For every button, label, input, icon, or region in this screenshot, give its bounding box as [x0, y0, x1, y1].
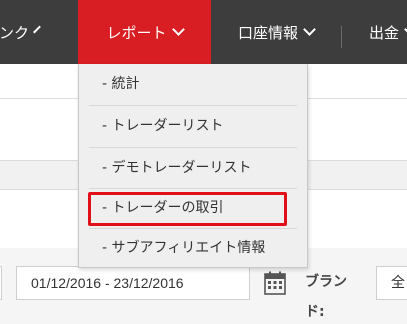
calendar-icon[interactable]: [264, 271, 286, 295]
nav-link-label: リンク: [0, 23, 29, 42]
menu-item-statistics[interactable]: - 統計: [89, 64, 297, 105]
brand-label: ブランド:: [305, 274, 347, 320]
nav-report-label: レポート: [106, 23, 167, 42]
menu-item-trader-list[interactable]: - トレーダーリスト: [89, 106, 297, 147]
menu-item-demo-trader-list[interactable]: - デモトレーダーリスト: [89, 148, 297, 189]
highlight-box: [88, 192, 287, 226]
brand-select[interactable]: 全: [376, 266, 407, 300]
date-range-input[interactable]: 01/12/2016 - 23/12/2016: [16, 266, 250, 300]
chevron-down-icon: [171, 23, 185, 36]
top-navbar: リンク レポート 口座情報 出金: [0, 0, 407, 64]
chevron-down-icon: [303, 23, 316, 36]
nav-payout-menu[interactable]: 出金: [342, 0, 407, 64]
nav-payout-label: 出金: [369, 23, 400, 42]
filter-field-left[interactable]: [0, 266, 2, 300]
chevron-down-icon: [33, 25, 41, 34]
report-dropdown-menu: - 統計 - トレーダーリスト - デモトレーダーリスト - トレーダーの取引 …: [78, 64, 308, 268]
nav-account-menu[interactable]: 口座情報: [211, 0, 341, 64]
nav-link-menu[interactable]: リンク: [0, 0, 66, 64]
page: 01/12/2016 - 23/12/2016 ブランド: 全 リンク レポート…: [0, 0, 407, 324]
menu-item-sub-affiliate-info[interactable]: - サブアフィリエイト情報: [89, 228, 297, 269]
nav-account-label: 口座情報: [237, 23, 298, 42]
nav-report-menu[interactable]: レポート: [78, 0, 211, 64]
